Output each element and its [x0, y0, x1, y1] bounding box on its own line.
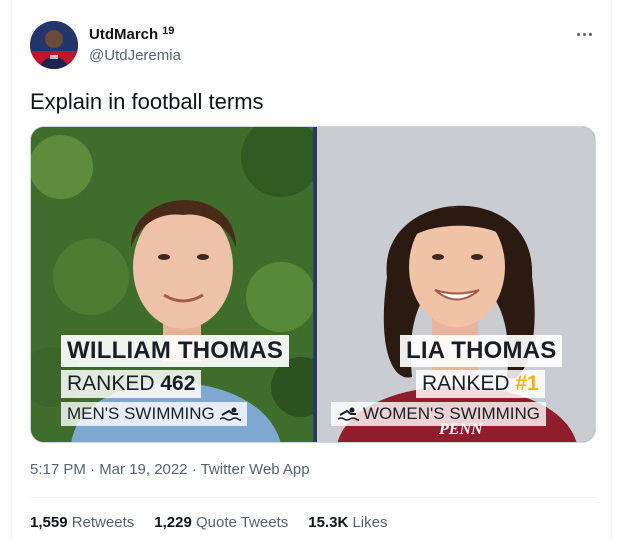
user-handle[interactable]: @UtdJeremia — [89, 47, 181, 64]
tweet-media[interactable]: PENN WILLIAM THOMAS RANKED 462 MEN'S SWI… — [30, 126, 596, 443]
name-badge: 19 — [162, 24, 175, 37]
right-category-label: WOMEN'S SWIMMING — [363, 404, 541, 423]
tweet-timestamp[interactable]: 5:17 PM · Mar 19, 2022 · Twitter Web App — [30, 461, 310, 478]
likes-label: Likes — [352, 514, 388, 531]
right-rank: RANKED #1 — [416, 370, 545, 398]
left-category-label: MEN'S SWIMMING — [67, 404, 215, 423]
likes-count: 15.3K — [308, 514, 353, 531]
swimmer-icon — [219, 407, 241, 421]
left-category: MEN'S SWIMMING — [61, 402, 247, 426]
left-athlete-name: WILLIAM THOMAS — [61, 335, 290, 367]
left-rank-prefix: RANKED — [67, 372, 161, 395]
right-rank-prefix: RANKED — [422, 372, 516, 395]
author-name-row[interactable]: UtdMarch 19 — [89, 24, 175, 44]
swimmer-icon — [337, 407, 359, 421]
quotes-label: Quote Tweets — [195, 514, 289, 531]
retweets-count: 1,559 — [30, 514, 72, 531]
quote-tweets-stat[interactable]: 1,229 Quote Tweets — [154, 514, 288, 531]
quotes-count: 1,229 — [154, 514, 196, 531]
right-rank-value: #1 — [515, 372, 539, 395]
left-rank-value: 462 — [160, 372, 196, 395]
left-rank: RANKED 462 — [61, 370, 202, 398]
avatar[interactable] — [30, 21, 78, 69]
display-name[interactable]: UtdMarch — [89, 26, 158, 43]
tweet-text: Explain in football terms — [30, 89, 264, 114]
right-athlete-name: LIA THOMAS — [400, 335, 563, 367]
retweets-label: Retweets — [71, 514, 135, 531]
engagement-stats: 1,559 Retweets 1,229 Quote Tweets 15.3K … — [30, 514, 407, 531]
retweets-stat[interactable]: 1,559 Retweets — [30, 514, 134, 531]
likes-stat[interactable]: 15.3K Likes — [308, 514, 387, 531]
more-icon[interactable] — [571, 24, 597, 44]
divider — [30, 497, 596, 498]
right-category: WOMEN'S SWIMMING — [331, 402, 547, 426]
